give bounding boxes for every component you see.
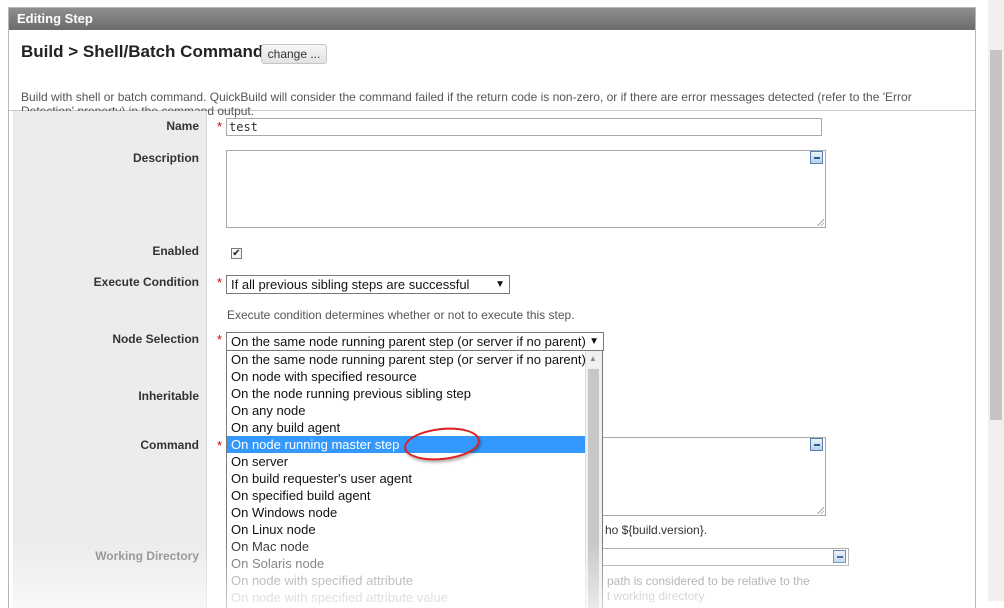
dropdown-option[interactable]: On node with specified resource	[227, 368, 602, 385]
step-type-title: Build > Shell/Batch Command	[21, 42, 264, 61]
dropdown-option[interactable]: On any node	[227, 402, 602, 419]
dropdown-option[interactable]: On the node running previous sibling ste…	[227, 385, 602, 402]
enabled-label: Enabled	[152, 244, 199, 258]
working-directory-label: Working Directory	[95, 549, 199, 563]
page-scrollbar-thumb[interactable]	[990, 50, 1002, 420]
dropdown-options: On the same node running parent step (or…	[227, 351, 602, 606]
execute-condition-help: Execute condition determines whether or …	[227, 308, 575, 322]
resize-handle-icon[interactable]	[816, 218, 824, 226]
expand-editor-icon[interactable]	[810, 438, 823, 451]
execute-condition-select[interactable]: If all previous sibling steps are succes…	[226, 275, 510, 294]
dropdown-option[interactable]: On Linux node	[227, 521, 602, 538]
expand-editor-icon[interactable]	[833, 550, 846, 563]
dropdown-arrow-icon: ▼	[589, 336, 599, 347]
inheritable-label: Inheritable	[138, 389, 199, 403]
change-button[interactable]: change ...	[261, 44, 327, 64]
dropdown-option[interactable]: On Solaris node	[227, 555, 602, 572]
scrollbar-thumb[interactable]	[588, 369, 599, 608]
dropdown-option[interactable]: On specified build agent	[227, 487, 602, 504]
dropdown-option[interactable]: On node with specified attribute	[227, 572, 602, 589]
expand-editor-icon[interactable]	[810, 151, 823, 164]
editing-step-panel: Editing Step Build > Shell/Batch Command…	[8, 7, 976, 608]
node-selection-dropdown[interactable]: On the same node running parent step (or…	[226, 350, 603, 608]
required-mark: *	[217, 275, 223, 290]
execute-condition-label: Execute Condition	[93, 275, 199, 289]
required-mark: *	[217, 119, 223, 134]
resize-handle-icon[interactable]	[816, 506, 824, 514]
enabled-checkbox[interactable]: ✔	[231, 248, 242, 259]
dropdown-option[interactable]: On node with specified attribute value	[227, 589, 602, 606]
node-selection-select[interactable]: On the same node running parent step (or…	[226, 332, 604, 351]
step-header: Build > Shell/Batch Command change ... B…	[9, 30, 975, 118]
panel-title: Editing Step	[9, 8, 975, 30]
page-scrollbar[interactable]	[988, 0, 1004, 601]
description-textarea[interactable]	[226, 150, 826, 228]
dropdown-option[interactable]: On build requester's user agent	[227, 470, 602, 487]
command-textarea[interactable]	[569, 437, 826, 516]
dropdown-option[interactable]: On the same node running parent step (or…	[227, 351, 602, 368]
node-selection-value: On the same node running parent step (or…	[231, 334, 586, 349]
name-input[interactable]: test	[226, 118, 822, 136]
description-label: Description	[132, 151, 199, 165]
required-mark: *	[217, 332, 223, 347]
scroll-up-icon[interactable]: ▲	[589, 354, 597, 363]
node-selection-label: Node Selection	[112, 332, 199, 346]
working-directory-help-1: path is considered to be relative to the	[607, 574, 810, 588]
execute-condition-value: If all previous sibling steps are succes…	[231, 277, 470, 292]
working-directory-input[interactable]	[599, 548, 849, 566]
command-help-text: ho ${build.version}.	[605, 523, 708, 537]
step-form: Name * test Description Enabled ✔ Execut…	[9, 111, 975, 608]
dropdown-option[interactable]: On Mac node	[227, 538, 602, 555]
command-label: Command	[140, 438, 199, 452]
required-mark: *	[217, 438, 223, 453]
dropdown-option[interactable]: On Windows node	[227, 504, 602, 521]
name-label: Name	[166, 119, 199, 133]
dropdown-scrollbar[interactable]: ▲	[585, 351, 602, 608]
label-column	[13, 111, 207, 608]
dropdown-option[interactable]: On any build agent	[227, 419, 602, 436]
dropdown-arrow-icon: ▼	[495, 279, 505, 290]
